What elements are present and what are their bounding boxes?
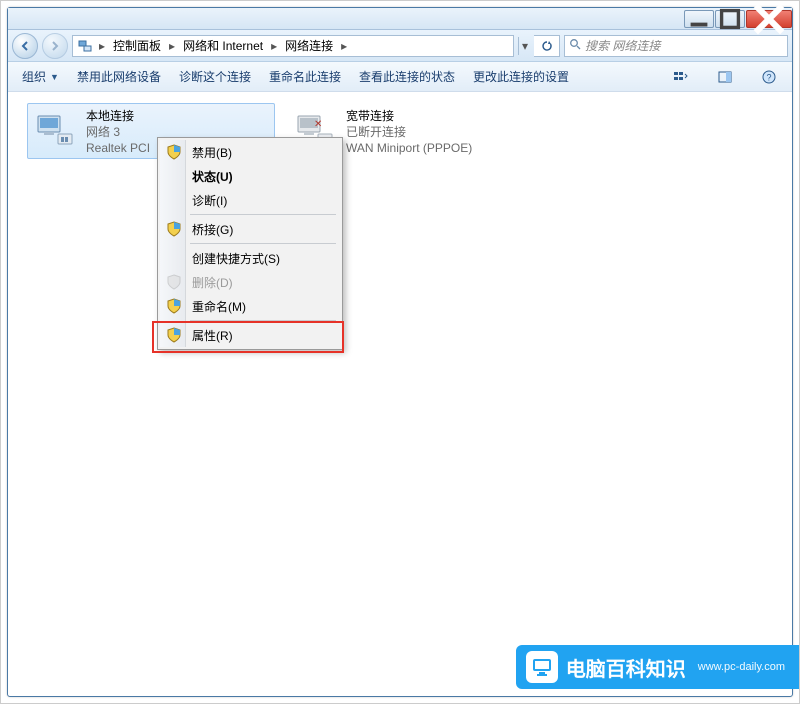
help-button[interactable]: ? <box>756 66 782 88</box>
connection-title: 本地连接 <box>86 108 268 124</box>
title-bar <box>8 8 792 30</box>
explorer-window: ▸ 控制面板 ▸ 网络和 Internet ▸ 网络连接 ▸ ▾ 搜索 网络连接 <box>7 7 793 697</box>
close-button[interactable] <box>746 10 792 28</box>
network-connections-icon <box>77 38 93 54</box>
watermark-url: www.pc-daily.com <box>698 661 785 673</box>
shield-icon <box>166 298 182 314</box>
svg-text:✕: ✕ <box>314 119 322 130</box>
breadcrumb-seg-control-panel[interactable]: 控制面板 <box>107 37 167 54</box>
menu-item-disable[interactable]: 禁用(B) <box>160 140 340 164</box>
menu-item-label: 属性(R) <box>192 327 233 344</box>
arrow-left-icon <box>19 40 31 52</box>
preview-pane-button[interactable] <box>712 66 738 88</box>
forward-button[interactable] <box>42 33 68 59</box>
minimize-button[interactable] <box>684 10 714 28</box>
breadcrumb-seg-network-connections[interactable]: 网络连接 <box>279 37 339 54</box>
shield-icon <box>166 144 182 160</box>
arrow-right-icon <box>49 40 61 52</box>
maximize-icon <box>716 5 744 33</box>
refresh-button[interactable] <box>534 35 560 57</box>
shield-icon <box>166 274 182 290</box>
breadcrumb-seg-network-internet[interactable]: 网络和 Internet <box>177 37 269 54</box>
menu-item-label: 重命名(M) <box>192 298 246 315</box>
menu-item-shortcut[interactable]: 创建快捷方式(S) <box>160 246 340 270</box>
preview-pane-icon <box>718 71 732 83</box>
connection-title: 宽带连接 <box>346 108 528 124</box>
search-placeholder: 搜索 网络连接 <box>585 37 660 54</box>
screenshot-frame: ▸ 控制面板 ▸ 网络和 Internet ▸ 网络连接 ▸ ▾ 搜索 网络连接 <box>0 0 800 704</box>
breadcrumb-separator: ▾ <box>518 37 530 55</box>
view-status-button[interactable]: 查看此连接的状态 <box>359 68 455 85</box>
menu-item-diagnose[interactable]: 诊断(I) <box>160 188 340 212</box>
search-icon <box>569 38 581 53</box>
watermark-banner: 电脑百科知识 www.pc-daily.com <box>516 645 799 689</box>
view-options-button[interactable] <box>668 66 694 88</box>
context-menu: 禁用(B) 状态(U) 诊断(I) 桥接(G) 创建快捷方式(S) <box>157 137 343 350</box>
chevron-right-icon: ▸ <box>269 39 279 53</box>
help-icon: ? <box>762 70 776 84</box>
diagnose-connection-button[interactable]: 诊断这个连接 <box>179 68 251 85</box>
shield-icon <box>166 221 182 237</box>
menu-item-rename[interactable]: 重命名(M) <box>160 294 340 318</box>
view-icon <box>674 71 688 83</box>
watermark-text: 电脑百科知识 <box>566 653 686 682</box>
refresh-icon <box>541 40 553 52</box>
rename-connection-button[interactable]: 重命名此连接 <box>269 68 341 85</box>
menu-item-status[interactable]: 状态(U) <box>160 164 340 188</box>
minimize-icon <box>685 5 713 33</box>
menu-item-label: 桥接(G) <box>192 221 233 238</box>
organize-menu[interactable]: 组织 ▼ <box>22 68 59 85</box>
chevron-right-icon: ▸ <box>167 39 177 53</box>
shield-icon <box>166 327 182 343</box>
chevron-right-icon: ▸ <box>339 39 349 53</box>
chevron-right-icon: ▸ <box>97 39 107 53</box>
connection-device: WAN Miniport (PPPOE) <box>346 140 528 156</box>
menu-item-properties[interactable]: 属性(R) <box>160 323 340 347</box>
chevron-down-icon[interactable]: ▾ <box>520 39 530 53</box>
menu-item-label: 诊断(I) <box>192 192 227 209</box>
menu-item-label: 删除(D) <box>192 274 233 291</box>
lan-adapter-icon <box>34 112 78 150</box>
menu-item-bridge[interactable]: 桥接(G) <box>160 217 340 241</box>
change-settings-button[interactable]: 更改此连接的设置 <box>473 68 569 85</box>
maximize-button[interactable] <box>715 10 745 28</box>
disable-device-button[interactable]: 禁用此网络设备 <box>77 68 161 85</box>
monitor-icon <box>526 651 558 683</box>
svg-text:?: ? <box>766 72 771 82</box>
menu-item-label: 禁用(B) <box>192 144 232 161</box>
command-bar: 组织 ▼ 禁用此网络设备 诊断这个连接 重命名此连接 查看此连接的状态 更改此连… <box>8 62 792 92</box>
back-button[interactable] <box>12 33 38 59</box>
search-input[interactable]: 搜索 网络连接 <box>564 35 788 57</box>
menu-item-label: 状态(U) <box>192 168 233 185</box>
menu-item-delete: 删除(D) <box>160 270 340 294</box>
menu-item-label: 创建快捷方式(S) <box>192 250 280 267</box>
address-bar: ▸ 控制面板 ▸ 网络和 Internet ▸ 网络连接 ▸ ▾ 搜索 网络连接 <box>8 30 792 62</box>
organize-label: 组织 <box>22 68 46 85</box>
tile-meta: 宽带连接 已断开连接 WAN Miniport (PPPOE) <box>346 108 528 156</box>
chevron-down-icon: ▼ <box>50 72 59 82</box>
content-area[interactable]: 本地连接 网络 3 Realtek PCI ✕ 宽带连接 已断开连接 WAN M… <box>9 93 791 695</box>
breadcrumb[interactable]: ▸ 控制面板 ▸ 网络和 Internet ▸ 网络连接 ▸ <box>72 35 514 57</box>
connection-status: 已断开连接 <box>346 124 528 140</box>
